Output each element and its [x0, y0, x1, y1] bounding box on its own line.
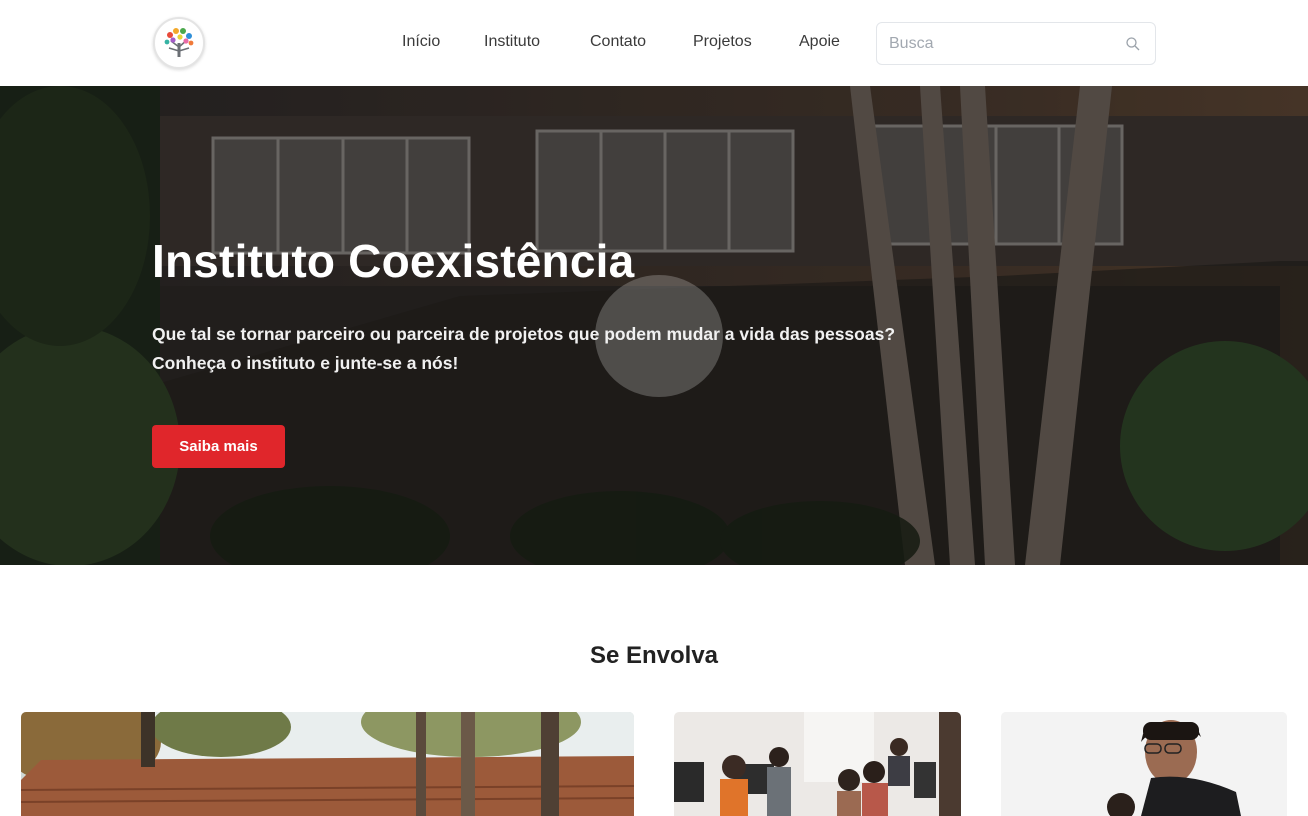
nav-apoie[interactable]: Apoie: [799, 33, 840, 51]
house-image: [21, 712, 634, 816]
section-title: Se Envolva: [0, 642, 1308, 670]
children-computer-image: [674, 712, 961, 816]
section-title-bold: Envolva: [625, 642, 719, 669]
involve-card-man[interactable]: [1001, 712, 1287, 816]
search-box: [876, 22, 1156, 65]
nav-inicio[interactable]: Início: [402, 33, 440, 51]
saiba-mais-button[interactable]: Saiba mais: [152, 425, 285, 468]
site-header: Início Instituto Contato Projetos Apoie: [0, 0, 1308, 86]
hero-title: Instituto Coexistência: [152, 235, 635, 287]
tree-logo-icon: [159, 23, 199, 63]
section-title-light: Se: [589, 642, 620, 669]
involve-card-children[interactable]: [674, 712, 961, 816]
involve-card-house[interactable]: [21, 712, 634, 816]
hero-subtitle: Que tal se tornar parceiro ou parceira d…: [152, 320, 972, 378]
hero-subtitle-line-1: Que tal se tornar parceiro ou parceira d…: [152, 324, 896, 344]
hero-banner: Instituto Coexistência Que tal se tornar…: [0, 86, 1308, 565]
hero-subtitle-line-2: Conheça o instituto e junte-se a nós!: [152, 353, 459, 373]
logo[interactable]: [153, 17, 205, 69]
search-icon[interactable]: [1125, 36, 1141, 52]
nav-instituto[interactable]: Instituto: [484, 33, 540, 51]
nav-contato[interactable]: Contato: [590, 33, 646, 51]
search-input[interactable]: [889, 23, 1119, 64]
man-with-glasses-image: [1001, 712, 1287, 816]
nav-projetos[interactable]: Projetos: [693, 33, 752, 51]
